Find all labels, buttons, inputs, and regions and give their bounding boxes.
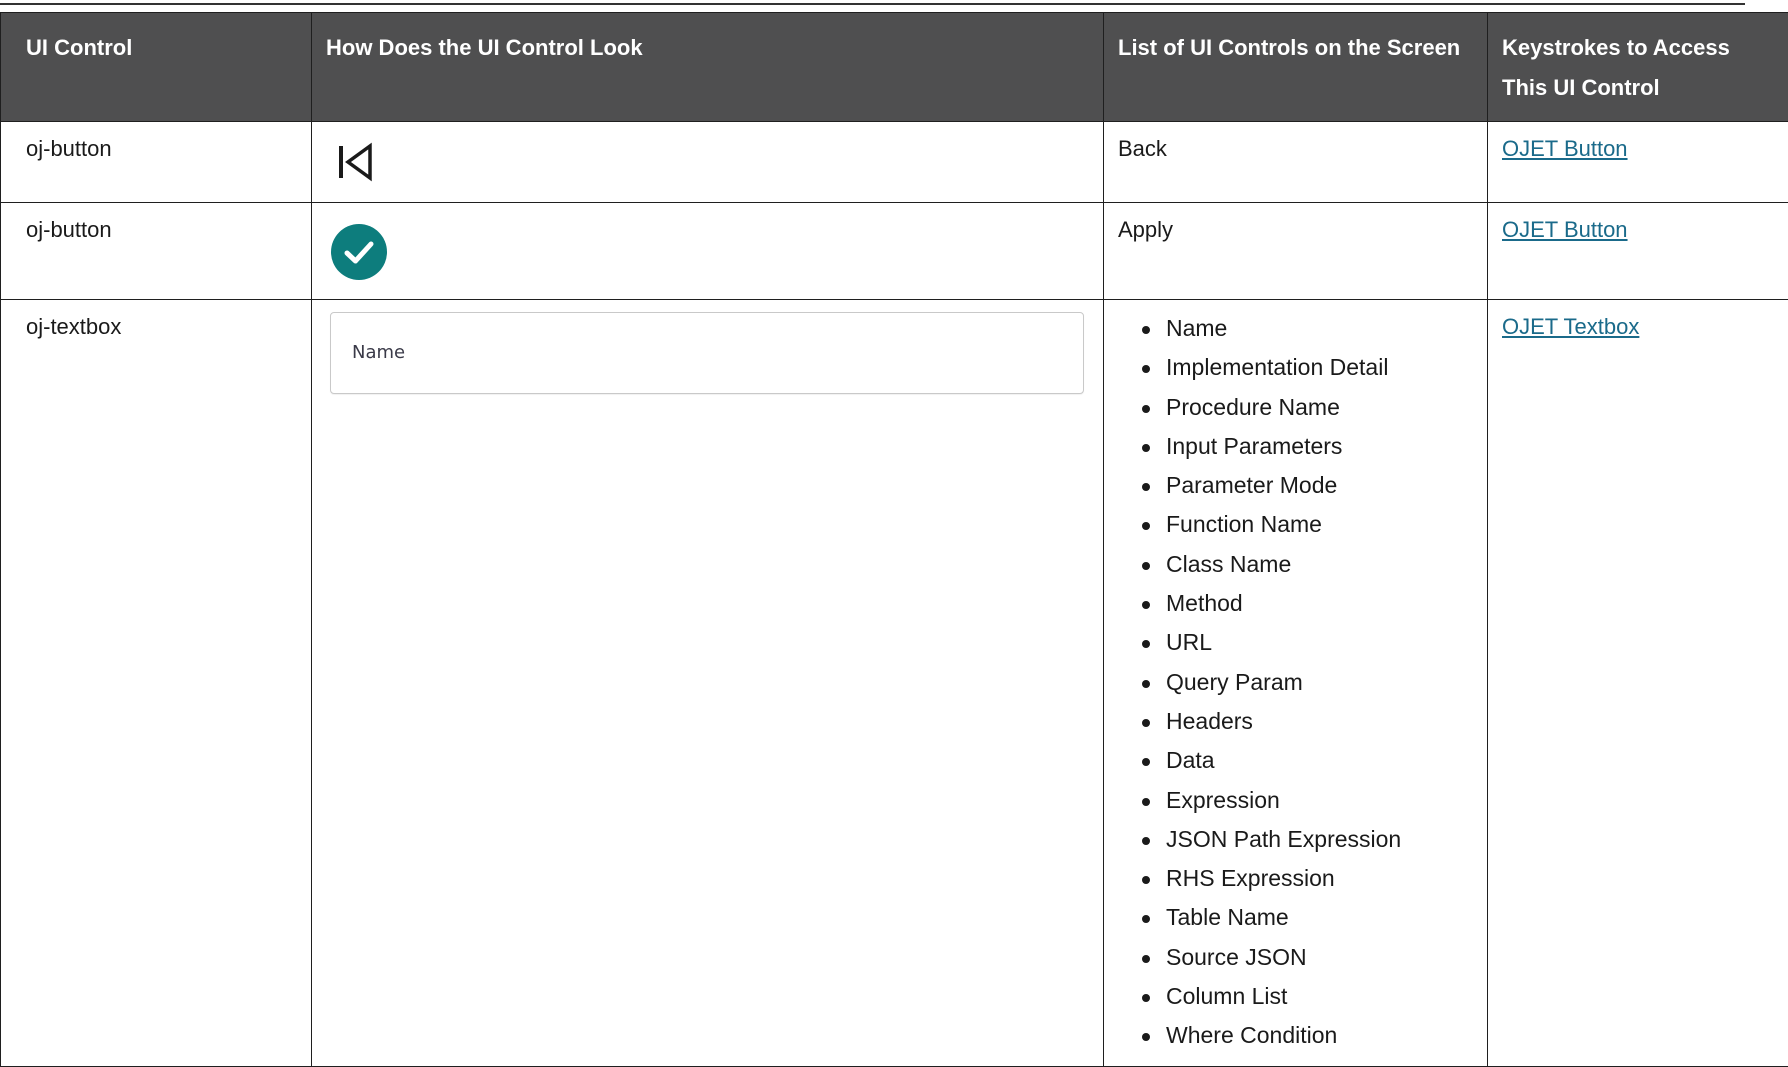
list-item: Query Param [1118,663,1473,702]
table-header-row: UI Control How Does the UI Control Look … [1,13,1788,122]
control-look-cell: Name [312,300,1104,1067]
list-item: Implementation Detail [1118,348,1473,387]
control-name-cell: oj-textbox [1,300,312,1067]
control-look-cell [312,122,1104,203]
table-row: oj-button Back OJET Button [1,122,1788,203]
list-item: Headers [1118,702,1473,741]
list-item: URL [1118,623,1473,662]
list-item: Column List [1118,977,1473,1016]
ui-controls-table: UI Control How Does the UI Control Look … [0,12,1788,1067]
table-row: oj-button Apply OJET Button [1,203,1788,300]
top-divider [0,3,1745,5]
table-row: oj-textbox Name Name Implementation Deta… [1,300,1788,1067]
keystrokes-cell: OJET Button [1488,203,1788,300]
control-name-cell: oj-button [1,122,312,203]
screen-controls-cell: Back [1104,122,1488,203]
list-item: Where Condition [1118,1016,1473,1055]
list-item: Function Name [1118,505,1473,544]
screen-controls-cell: Apply [1104,203,1488,300]
screen-controls-cell: Name Implementation Detail Procedure Nam… [1104,300,1488,1067]
list-item: Data [1118,741,1473,780]
list-item: Procedure Name [1118,388,1473,427]
control-look-cell [312,203,1104,300]
list-item: Source JSON [1118,938,1473,977]
list-item: Class Name [1118,545,1473,584]
list-item: Input Parameters [1118,427,1473,466]
list-item: Table Name [1118,898,1473,937]
header-control-look: How Does the UI Control Look [312,13,1104,122]
check-circle-icon[interactable] [330,223,388,281]
list-item: Name [1118,309,1473,348]
list-item: Parameter Mode [1118,466,1473,505]
back-to-start-icon[interactable] [336,142,376,182]
name-textbox-label: Name [352,338,405,368]
control-name-cell: oj-button [1,203,312,300]
keystrokes-cell: OJET Button [1488,122,1788,203]
list-item: Expression [1118,781,1473,820]
list-item: JSON Path Expression [1118,820,1473,859]
keystrokes-cell: OJET Textbox [1488,300,1788,1067]
ojet-button-link[interactable]: OJET Button [1502,136,1628,161]
header-ui-control: UI Control [1,13,312,122]
name-textbox[interactable]: Name [330,312,1084,394]
ojet-button-link[interactable]: OJET Button [1502,217,1628,242]
header-controls-list: List of UI Controls on the Screen [1104,13,1488,122]
controls-list: Name Implementation Detail Procedure Nam… [1118,309,1473,1056]
ojet-textbox-link[interactable]: OJET Textbox [1502,314,1639,339]
list-item: Method [1118,584,1473,623]
header-keystrokes: Keystrokes to Access This UI Control [1488,13,1788,122]
list-item: RHS Expression [1118,859,1473,898]
